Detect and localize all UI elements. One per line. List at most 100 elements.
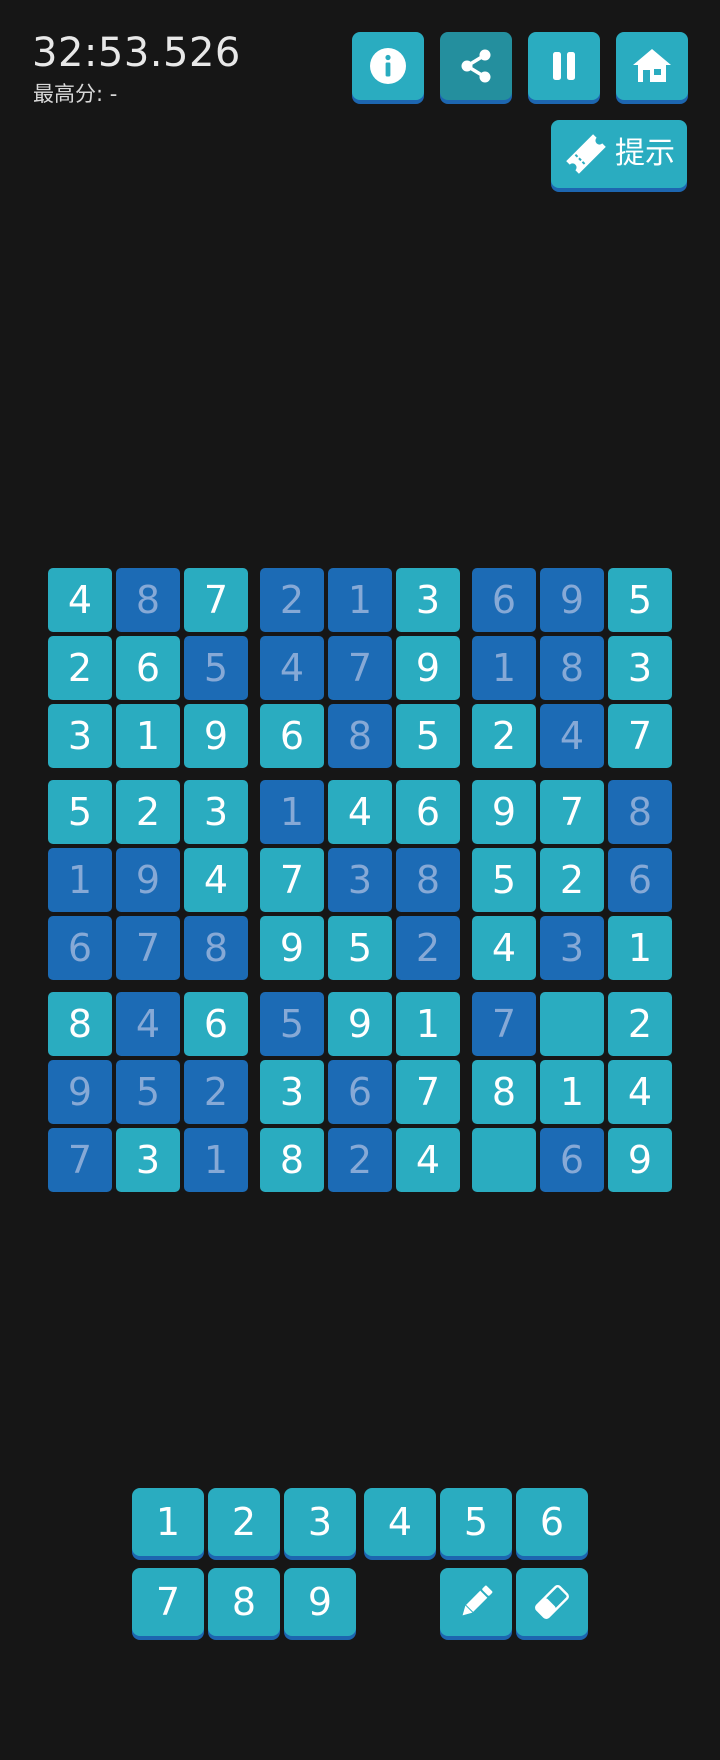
cell-r9-c5[interactable]: 2 [328, 1128, 392, 1192]
cell-r9-c7[interactable] [472, 1128, 536, 1192]
cell-r3-c3[interactable]: 9 [184, 704, 248, 768]
cell-r1-c7[interactable]: 6 [472, 568, 536, 632]
cell-r9-c2[interactable]: 3 [116, 1128, 180, 1192]
cell-r7-c1[interactable]: 8 [48, 992, 112, 1056]
share-button[interactable] [440, 32, 512, 100]
cell-r6-c4[interactable]: 9 [260, 916, 324, 980]
eraser-button[interactable] [516, 1568, 588, 1636]
timer: 32:53.526 [32, 30, 241, 76]
cell-r4-c4[interactable]: 1 [260, 780, 324, 844]
home-icon [633, 49, 671, 82]
cell-r2-c2[interactable]: 6 [116, 636, 180, 700]
cell-r4-c2[interactable]: 2 [116, 780, 180, 844]
cell-r5-c7[interactable]: 5 [472, 848, 536, 912]
cell-r6-c9[interactable]: 1 [608, 916, 672, 980]
cell-r7-c4[interactable]: 5 [260, 992, 324, 1056]
cell-r7-c7[interactable]: 7 [472, 992, 536, 1056]
cell-r6-c8[interactable]: 3 [540, 916, 604, 980]
cell-r5-c5[interactable]: 3 [328, 848, 392, 912]
cell-r3-c2[interactable]: 1 [116, 704, 180, 768]
cell-r9-c4[interactable]: 8 [260, 1128, 324, 1192]
key-3[interactable]: 3 [284, 1488, 356, 1556]
cell-r5-c3[interactable]: 4 [184, 848, 248, 912]
cell-r1-c3[interactable]: 7 [184, 568, 248, 632]
cell-r9-c3[interactable]: 1 [184, 1128, 248, 1192]
cell-r6-c6[interactable]: 2 [396, 916, 460, 980]
cell-r4-c9[interactable]: 8 [608, 780, 672, 844]
cell-r8-c9[interactable]: 4 [608, 1060, 672, 1124]
cell-r9-c1[interactable]: 7 [48, 1128, 112, 1192]
cell-r9-c9[interactable]: 9 [608, 1128, 672, 1192]
cell-r2-c1[interactable]: 2 [48, 636, 112, 700]
cell-r3-c9[interactable]: 7 [608, 704, 672, 768]
cell-r1-c8[interactable]: 9 [540, 568, 604, 632]
best-score: 最高分: - [33, 82, 118, 106]
cell-r2-c7[interactable]: 1 [472, 636, 536, 700]
cell-r8-c7[interactable]: 8 [472, 1060, 536, 1124]
cell-r2-c8[interactable]: 8 [540, 636, 604, 700]
key-2[interactable]: 2 [208, 1488, 280, 1556]
pencil-button[interactable] [440, 1568, 512, 1636]
cell-r2-c5[interactable]: 7 [328, 636, 392, 700]
hint-button[interactable]: 提示 [551, 120, 687, 188]
cell-r3-c5[interactable]: 8 [328, 704, 392, 768]
cell-r8-c8[interactable]: 1 [540, 1060, 604, 1124]
cell-r8-c1[interactable]: 9 [48, 1060, 112, 1124]
cell-r2-c3[interactable]: 5 [184, 636, 248, 700]
cell-r4-c6[interactable]: 6 [396, 780, 460, 844]
cell-r4-c1[interactable]: 5 [48, 780, 112, 844]
cell-r5-c8[interactable]: 2 [540, 848, 604, 912]
cell-r9-c8[interactable]: 6 [540, 1128, 604, 1192]
key-7[interactable]: 7 [132, 1568, 204, 1636]
cell-r3-c8[interactable]: 4 [540, 704, 604, 768]
cell-r2-c9[interactable]: 3 [608, 636, 672, 700]
cell-r7-c9[interactable]: 2 [608, 992, 672, 1056]
key-9[interactable]: 9 [284, 1568, 356, 1636]
cell-r8-c3[interactable]: 2 [184, 1060, 248, 1124]
cell-r3-c7[interactable]: 2 [472, 704, 536, 768]
cell-r6-c1[interactable]: 6 [48, 916, 112, 980]
home-button[interactable] [616, 32, 688, 100]
cell-r1-c9[interactable]: 5 [608, 568, 672, 632]
cell-r5-c1[interactable]: 1 [48, 848, 112, 912]
cell-r6-c3[interactable]: 8 [184, 916, 248, 980]
cell-r7-c8[interactable] [540, 992, 604, 1056]
cell-r7-c6[interactable]: 1 [396, 992, 460, 1056]
key-4[interactable]: 4 [364, 1488, 436, 1556]
key-1[interactable]: 1 [132, 1488, 204, 1556]
cell-r4-c7[interactable]: 9 [472, 780, 536, 844]
cell-r1-c6[interactable]: 3 [396, 568, 460, 632]
cell-r2-c4[interactable]: 4 [260, 636, 324, 700]
cell-r8-c5[interactable]: 6 [328, 1060, 392, 1124]
cell-r1-c4[interactable]: 2 [260, 568, 324, 632]
cell-r6-c5[interactable]: 5 [328, 916, 392, 980]
cell-r6-c7[interactable]: 4 [472, 916, 536, 980]
cell-r1-c5[interactable]: 1 [328, 568, 392, 632]
cell-r7-c2[interactable]: 4 [116, 992, 180, 1056]
info-button[interactable] [352, 32, 424, 100]
key-5[interactable]: 5 [440, 1488, 512, 1556]
cell-r4-c3[interactable]: 3 [184, 780, 248, 844]
cell-r3-c4[interactable]: 6 [260, 704, 324, 768]
cell-r7-c5[interactable]: 9 [328, 992, 392, 1056]
cell-r5-c6[interactable]: 8 [396, 848, 460, 912]
cell-r9-c6[interactable]: 4 [396, 1128, 460, 1192]
cell-r2-c6[interactable]: 9 [396, 636, 460, 700]
pause-button[interactable] [528, 32, 600, 100]
cell-r5-c4[interactable]: 7 [260, 848, 324, 912]
cell-r1-c1[interactable]: 4 [48, 568, 112, 632]
cell-r8-c4[interactable]: 3 [260, 1060, 324, 1124]
cell-r5-c9[interactable]: 6 [608, 848, 672, 912]
cell-r5-c2[interactable]: 9 [116, 848, 180, 912]
key-6[interactable]: 6 [516, 1488, 588, 1556]
cell-r3-c1[interactable]: 3 [48, 704, 112, 768]
cell-r3-c6[interactable]: 5 [396, 704, 460, 768]
cell-r8-c6[interactable]: 7 [396, 1060, 460, 1124]
key-8[interactable]: 8 [208, 1568, 280, 1636]
cell-r7-c3[interactable]: 6 [184, 992, 248, 1056]
cell-r6-c2[interactable]: 7 [116, 916, 180, 980]
cell-r8-c2[interactable]: 5 [116, 1060, 180, 1124]
cell-r4-c5[interactable]: 4 [328, 780, 392, 844]
cell-r1-c2[interactable]: 8 [116, 568, 180, 632]
cell-r4-c8[interactable]: 7 [540, 780, 604, 844]
